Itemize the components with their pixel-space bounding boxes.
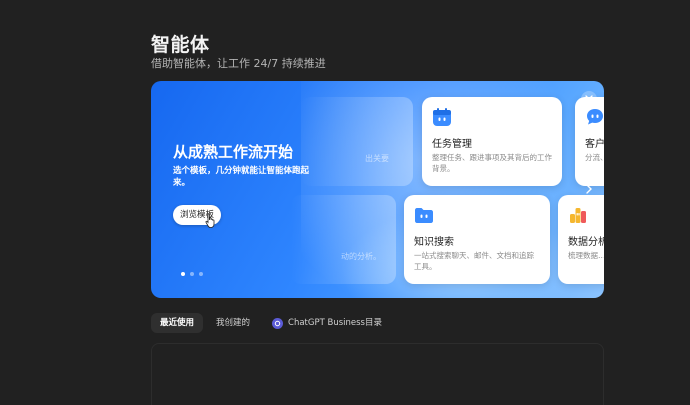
card-title: 客户 — [585, 139, 604, 150]
tab-label: 最近使用 — [160, 318, 195, 328]
template-card-task-management[interactable]: 任务管理 整理任务、跟进事项及其背后的工作背景。 — [422, 97, 562, 186]
agent-filter-tabs: 最近使用 我创建的 ChatGPT Business目录 — [151, 313, 391, 333]
template-carousel[interactable]: 出关要 动的分析。 从成熟工作流开始 选个模板，几分钟就能让智能体跑起来。 浏览… — [151, 81, 604, 298]
carousel-next-button[interactable] — [583, 182, 595, 196]
card-description: 分流、回复… — [585, 153, 604, 162]
card-title: 任务管理 — [432, 139, 472, 150]
card-description: 梳理数据… — [568, 251, 604, 260]
carousel-close-button[interactable] — [581, 91, 597, 107]
tab-recent[interactable]: 最近使用 — [151, 313, 204, 333]
folder-icon — [415, 208, 433, 223]
chevron-right-icon — [586, 184, 592, 194]
hand-pointer-icon — [205, 213, 215, 228]
bar-chart-icon — [570, 208, 586, 223]
tab-chatgpt-business-directory[interactable]: ChatGPT Business目录 — [263, 313, 391, 333]
ghost-card-bottom: 动的分析。 — [291, 195, 396, 284]
card-description: 整理任务、跟进事项及其背后的工作背景。 — [432, 153, 552, 173]
ghost-card-top: 出关要 — [301, 97, 413, 186]
card-description: 一站式搜索聊天、邮件、文档和追踪工具。 — [414, 251, 534, 271]
template-card-customer[interactable]: 客户 分流、回复… — [575, 97, 604, 186]
calendar-icon — [433, 108, 451, 126]
carousel-dot[interactable] — [199, 272, 203, 276]
agent-list-panel — [151, 343, 604, 405]
tab-label: 我创建的 — [216, 318, 251, 328]
card-title: 数据分析 — [568, 237, 604, 248]
card-title: 知识搜索 — [414, 237, 454, 248]
carousel-dot-active[interactable] — [181, 272, 185, 276]
ghost-card-text: 动的分析。 — [341, 252, 381, 261]
template-card-knowledge-search[interactable]: 知识搜索 一站式搜索聊天、邮件、文档和追踪工具。 — [404, 195, 550, 284]
page-title: 智能体 — [151, 34, 210, 56]
tab-label: ChatGPT Business目录 — [288, 318, 382, 328]
ghost-card-text: 出关要 — [365, 154, 389, 163]
page-subtitle: 借助智能体，让工作 24/7 持续推进 — [151, 57, 326, 70]
tab-created-by-me[interactable]: 我创建的 — [207, 313, 259, 333]
close-icon — [585, 95, 593, 103]
chat-bubble-icon — [587, 109, 603, 125]
carousel-dot[interactable] — [190, 272, 194, 276]
banner-heading: 从成熟工作流开始 — [173, 143, 294, 161]
chatgpt-logo-icon — [272, 317, 284, 329]
template-card-data-analysis[interactable]: 数据分析 梳理数据… — [558, 195, 604, 284]
banner-description: 选个模板，几分钟就能让智能体跑起来。 — [173, 166, 310, 188]
carousel-pagination — [181, 272, 203, 276]
